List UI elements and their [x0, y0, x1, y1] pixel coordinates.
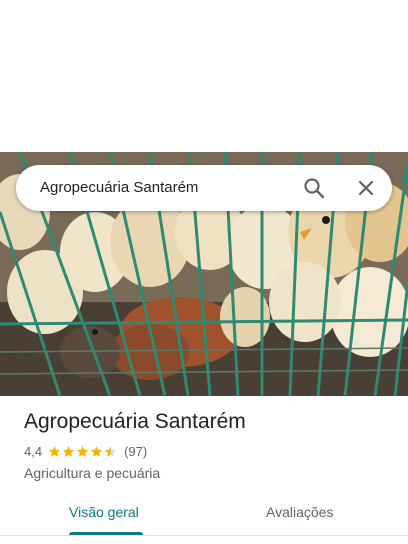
star-icon	[76, 446, 89, 457]
review-count: (97)	[124, 444, 148, 459]
place-info-panel: Agropecuária Santarém 4,4 (97) Agricultu…	[0, 396, 408, 544]
place-title: Agropecuária Santarém	[24, 410, 246, 433]
rating-value: 4,4	[24, 444, 43, 459]
star-icon	[62, 446, 75, 457]
search-query-text[interactable]: Agropecuária Santarém	[40, 179, 198, 196]
star-rating	[48, 445, 118, 458]
place-category: Agricultura e pecuária	[24, 465, 161, 481]
star-half-icon	[104, 446, 117, 457]
close-icon[interactable]	[352, 174, 380, 202]
map-blank-area	[0, 0, 408, 152]
search-icon[interactable]	[300, 174, 328, 202]
search-bar[interactable]: Agropecuária Santarém	[16, 165, 392, 211]
tab-reviews[interactable]: Avaliações	[266, 504, 333, 520]
rating-row[interactable]: 4,4 (97)	[24, 444, 147, 459]
tabs-divider	[0, 535, 408, 536]
tab-overview[interactable]: Visão geral	[69, 504, 139, 520]
star-icon	[48, 446, 61, 457]
star-icon	[90, 446, 103, 457]
